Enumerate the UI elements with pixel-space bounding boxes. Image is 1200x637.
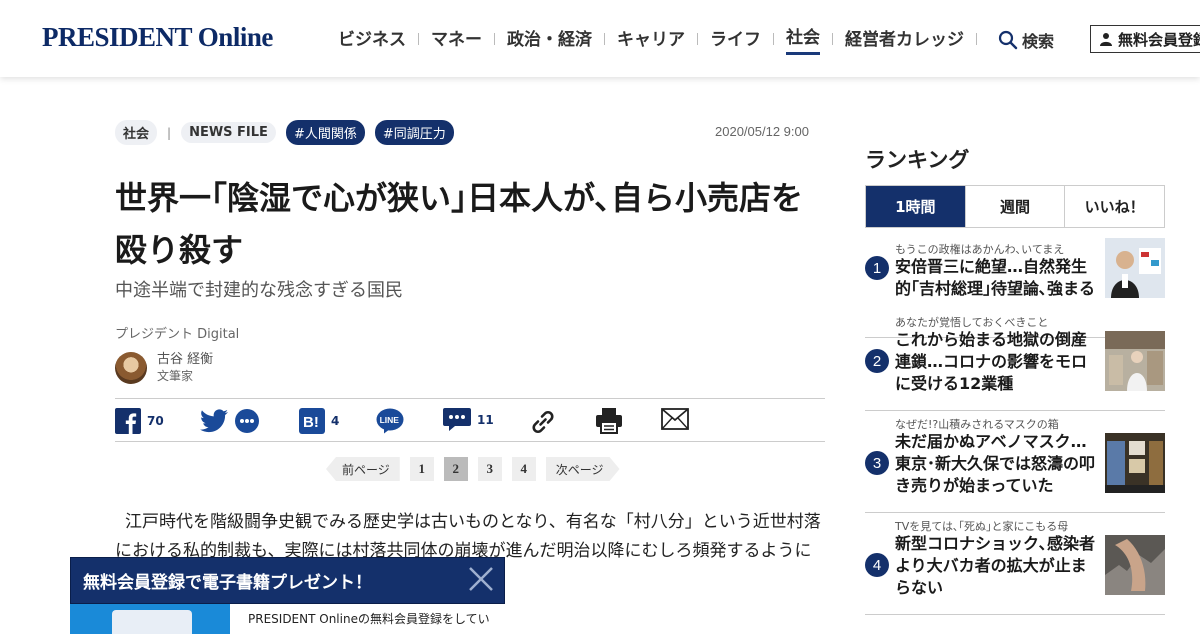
popup-text: PRESIDENT Onlineの無料会員登録をしてい: [248, 612, 490, 626]
nav-money[interactable]: マネー: [431, 25, 482, 54]
facebook-share-button[interactable]: 70: [115, 408, 164, 434]
comment-count: 11: [477, 413, 494, 427]
page-4-button[interactable]: 4: [511, 457, 536, 481]
line-icon-text: LINE: [380, 415, 400, 425]
rank-headline[interactable]: 安倍晋三に絶望…自然発生的｢吉村総理｣待望論､強まる: [895, 256, 1100, 300]
category-tag[interactable]: 社会: [115, 120, 158, 145]
close-icon[interactable]: [465, 563, 497, 595]
popup-header: 無料会員登録で電子書籍プレゼント！: [70, 557, 505, 604]
twitter-icon: [200, 409, 228, 433]
previous-page-button[interactable]: 前ページ: [326, 457, 400, 481]
rank-number: 1: [865, 256, 889, 280]
more-bubble-icon: [235, 409, 259, 433]
rank-thumbnail[interactable]: [1105, 433, 1165, 493]
line-icon: LINE: [376, 408, 404, 434]
page-1-button[interactable]: 1: [409, 457, 434, 481]
rank-number: 4: [865, 553, 889, 577]
ranking-item[interactable]: 3 なぜだ!?山積みされるマスクの箱 未だ届かぬアベノマスク…東京･新大久保では…: [865, 411, 1165, 513]
hashtag-human-relations[interactable]: #人間関係: [285, 120, 365, 145]
next-page-button[interactable]: 次ページ: [546, 457, 620, 481]
comment-button[interactable]: 11: [443, 408, 494, 432]
nav-politics-economy[interactable]: 政治・経済: [507, 25, 592, 54]
nav-divider: [418, 33, 419, 45]
publisher-name: プレジデント Digital: [115, 327, 240, 342]
author-avatar[interactable]: [115, 352, 147, 384]
tag-divider: |: [167, 125, 172, 140]
share-bar: 70 B! 4 LINE 11: [115, 398, 825, 442]
tab-hourly[interactable]: 1時間: [866, 186, 965, 227]
article-title: 世界一｢陰湿で心が狭い｣日本人が､自ら小売店を殴り殺す: [115, 179, 804, 269]
page-2-button[interactable]: 2: [443, 457, 468, 481]
rank-number: 3: [865, 451, 889, 475]
tab-likes[interactable]: いいね！: [1064, 186, 1164, 227]
nav-business[interactable]: ビジネス: [338, 25, 406, 54]
member-register-label: 無料会員登録: [1118, 30, 1200, 49]
main-nav: ビジネス マネー 政治・経済 キャリア ライフ 社会 経営者カレッジ: [338, 23, 989, 55]
ebook-cover: [112, 610, 192, 634]
publish-date: 2020/05/12 9:00: [715, 124, 809, 139]
hatena-bookmark-button[interactable]: B! 4: [299, 408, 339, 434]
popup-title: 無料会員登録で電子書籍プレゼント！: [83, 573, 372, 593]
rank-thumbnail[interactable]: [1105, 535, 1165, 595]
print-button[interactable]: [595, 408, 623, 434]
nav-divider: [773, 33, 774, 45]
nav-society[interactable]: 社会: [786, 23, 820, 55]
site-header: PRESIDENT Online ビジネス マネー 政治・経済 キャリア ライフ…: [0, 0, 1200, 77]
author-name[interactable]: 古谷 経衡: [157, 352, 213, 368]
facebook-icon: [115, 408, 141, 434]
rank-kicker: あなたが覚悟しておくべきこと: [895, 316, 1049, 329]
print-icon: [596, 408, 622, 434]
site-logo[interactable]: PRESIDENT Online: [42, 22, 273, 53]
copy-link-button[interactable]: [529, 408, 557, 436]
rank-number: 2: [865, 349, 889, 373]
nav-divider: [494, 33, 495, 45]
nav-career[interactable]: キャリア: [617, 25, 685, 54]
tab-weekly[interactable]: 週間: [964, 186, 1065, 227]
rank-thumbnail[interactable]: [1105, 238, 1165, 298]
hatena-count: 4: [331, 414, 340, 428]
pagination: 前ページ 1 2 3 4 次ページ: [326, 457, 620, 481]
email-share-button[interactable]: [661, 408, 689, 430]
user-icon: [1100, 33, 1112, 46]
article-subtitle: 中途半端で封建的な残念すぎる国民: [115, 280, 403, 301]
nav-divider: [604, 33, 605, 45]
search-button[interactable]: 検索: [998, 28, 1054, 52]
facebook-count: 70: [147, 414, 164, 428]
author-role: 文筆家: [157, 369, 194, 383]
link-icon: [532, 410, 554, 434]
rank-headline[interactable]: これから始まる地獄の倒産連鎖…コロナの影響をモロに受ける12業種: [895, 329, 1100, 395]
rank-headline[interactable]: 未だ届かぬアベノマスク…東京･新大久保では怒濤の叩き売りが始まっていた: [895, 431, 1100, 497]
rank-kicker: なぜだ!?山積みされるマスクの箱: [895, 418, 1059, 431]
mail-icon: [661, 408, 689, 430]
rank-kicker: TVを見ては､｢死ぬ｣と家にこもる母: [895, 520, 1069, 533]
twitter-share-button[interactable]: [200, 408, 260, 434]
rank-thumbnail[interactable]: [1105, 331, 1165, 391]
rank-headline[interactable]: 新型コロナショック､感染者より大バカ者の拡大が止まらない: [895, 533, 1100, 599]
search-label: 検索: [1022, 32, 1055, 51]
author-block[interactable]: 古谷 経衡 文筆家: [115, 352, 213, 384]
comment-icon: [443, 408, 471, 431]
ranking-item[interactable]: 4 TVを見ては､｢死ぬ｣と家にこもる母 新型コロナショック､感染者より大バカ者…: [865, 513, 1165, 615]
ranking-item[interactable]: 2 あなたが覚悟しておくべきこと これから始まる地獄の倒産連鎖…コロナの影響をモ…: [865, 309, 1165, 411]
search-icon: [998, 30, 1018, 50]
member-register-button[interactable]: 無料会員登録: [1090, 25, 1200, 53]
nav-divider: [976, 33, 977, 45]
hatena-bookmark-icon: B!: [299, 408, 325, 434]
svg-text:B!: B!: [303, 414, 319, 431]
rank-kicker: もうこの政権はあかんわ､いてまえ: [895, 243, 1065, 256]
series-tag[interactable]: NEWS FILE: [181, 122, 276, 143]
ranking-tabs: 1時間 週間 いいね！: [865, 185, 1165, 228]
nav-divider: [697, 33, 698, 45]
nav-divider: [832, 33, 833, 45]
line-share-button[interactable]: LINE: [376, 408, 404, 434]
page-3-button[interactable]: 3: [477, 457, 502, 481]
signup-popup: 無料会員登録で電子書籍プレゼント！ PRESIDENT Onlineの無料会員登…: [70, 557, 505, 637]
nav-executive-college[interactable]: 経営者カレッジ: [845, 25, 964, 54]
ranking-title: ランキング: [865, 148, 970, 172]
nav-life[interactable]: ライフ: [710, 25, 761, 54]
hashtag-peer-pressure[interactable]: #同調圧力: [374, 120, 454, 145]
article-tags: 社会 | NEWS FILE #人間関係 #同調圧力: [115, 120, 454, 145]
